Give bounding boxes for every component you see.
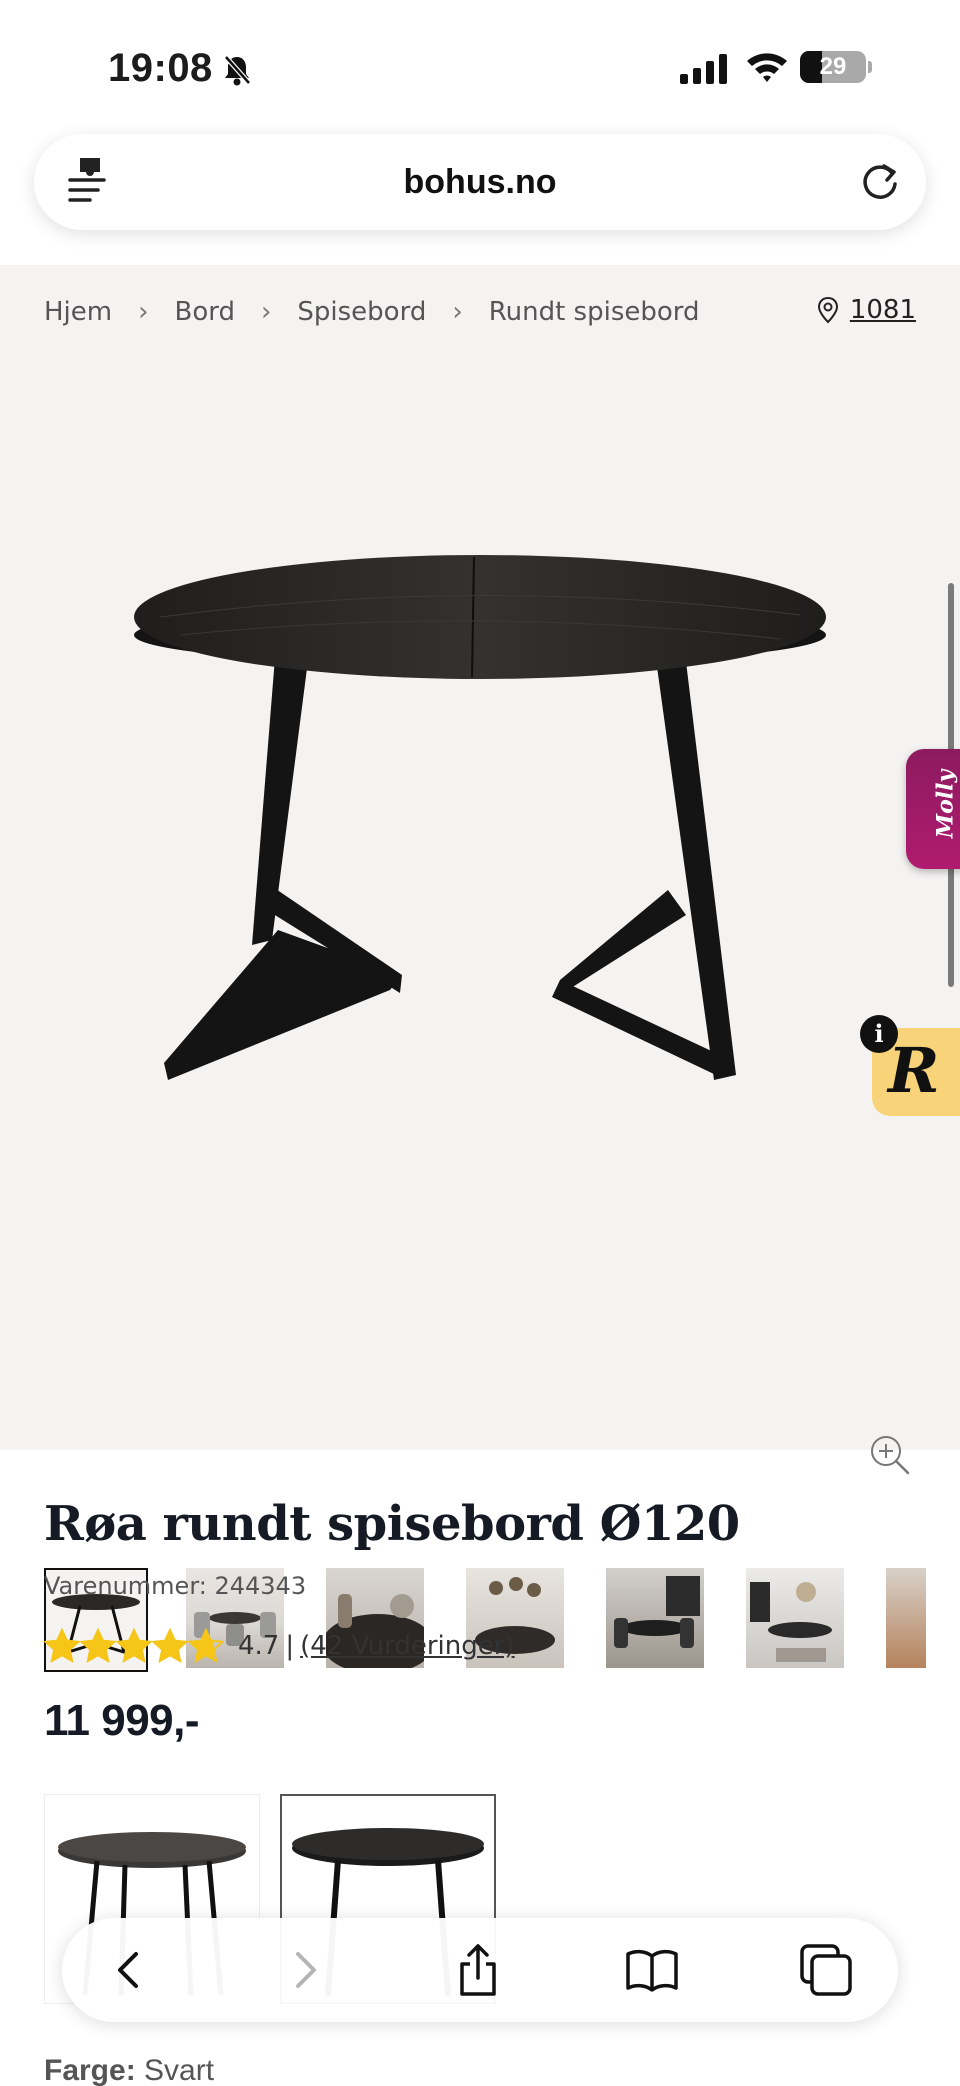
breadcrumb-item-hjem[interactable]: Hjem: [44, 297, 112, 327]
wifi-icon: [747, 53, 787, 82]
breadcrumb: Hjem › Bord › Spisebord › Rundt spisebor…: [44, 297, 700, 327]
color-value: Svart: [144, 2054, 215, 2086]
product-gallery: Hjem › Bord › Spisebord › Rundt spisebor…: [0, 265, 960, 1672]
reload-icon[interactable]: [854, 156, 906, 208]
product-price: 11 999,-: [44, 1696, 200, 1745]
zoom-in-icon[interactable]: [868, 1433, 912, 1477]
location-pin-icon: [817, 296, 838, 324]
breadcrumb-item-spisebord[interactable]: Spisebord: [297, 297, 426, 327]
product-rating: 4.7 | (42 Vurderinger): [44, 1628, 515, 1664]
star-icon: [152, 1628, 188, 1663]
share-icon[interactable]: [450, 1942, 506, 1998]
tabs-icon[interactable]: [798, 1942, 854, 1998]
r-badge-label: R: [888, 1034, 940, 1107]
reviews-link[interactable]: (42 Vurderinger): [300, 1631, 514, 1661]
bookmarks-icon[interactable]: [624, 1942, 680, 1998]
product-sku: Varenummer: 244343: [44, 1572, 307, 1600]
forward-icon[interactable]: [276, 1942, 332, 1998]
signal-icon: [680, 54, 727, 84]
status-time: 19:08: [108, 46, 213, 90]
rating-stars: [44, 1628, 224, 1664]
status-bar: 19:08 29: [0, 0, 960, 130]
bell-slash-icon: [224, 55, 251, 86]
address-bar[interactable]: bohus.no: [34, 134, 926, 230]
star-icon: [188, 1628, 224, 1663]
star-icon: [44, 1628, 80, 1663]
thumbnail[interactable]: [746, 1568, 844, 1668]
store-selector[interactable]: 1081: [816, 295, 916, 325]
color-label-key: Farge:: [44, 2054, 136, 2086]
breadcrumb-item-bord[interactable]: Bord: [175, 297, 235, 327]
rating-separator: |: [285, 1631, 295, 1661]
product-title: Røa rundt spisebord Ø120: [44, 1496, 740, 1552]
molly-label: Molly: [932, 769, 959, 839]
info-icon[interactable]: i: [860, 1015, 898, 1053]
star-icon: [116, 1628, 152, 1663]
chevron-right-icon: ›: [261, 297, 272, 327]
battery-level: 29: [819, 53, 847, 80]
chevron-right-icon: ›: [452, 297, 463, 327]
store-number[interactable]: 1081: [850, 295, 916, 325]
url-text[interactable]: bohus.no: [34, 134, 926, 230]
back-icon[interactable]: [102, 1942, 158, 1998]
chevron-right-icon: ›: [138, 297, 149, 327]
thumbnail[interactable]: [886, 1568, 926, 1668]
thumbnail[interactable]: [606, 1568, 704, 1668]
rating-value: 4.7: [238, 1631, 280, 1661]
battery-icon: 29: [800, 51, 866, 83]
molly-chat-widget[interactable]: Molly: [906, 749, 960, 869]
star-icon: [80, 1628, 116, 1663]
breadcrumb-item-rundt-spisebord[interactable]: Rundt spisebord: [489, 297, 700, 327]
color-label: Farge: Svart: [44, 2054, 214, 2086]
browser-toolbar: [62, 1918, 898, 2022]
product-main-image[interactable]: [120, 535, 840, 1095]
